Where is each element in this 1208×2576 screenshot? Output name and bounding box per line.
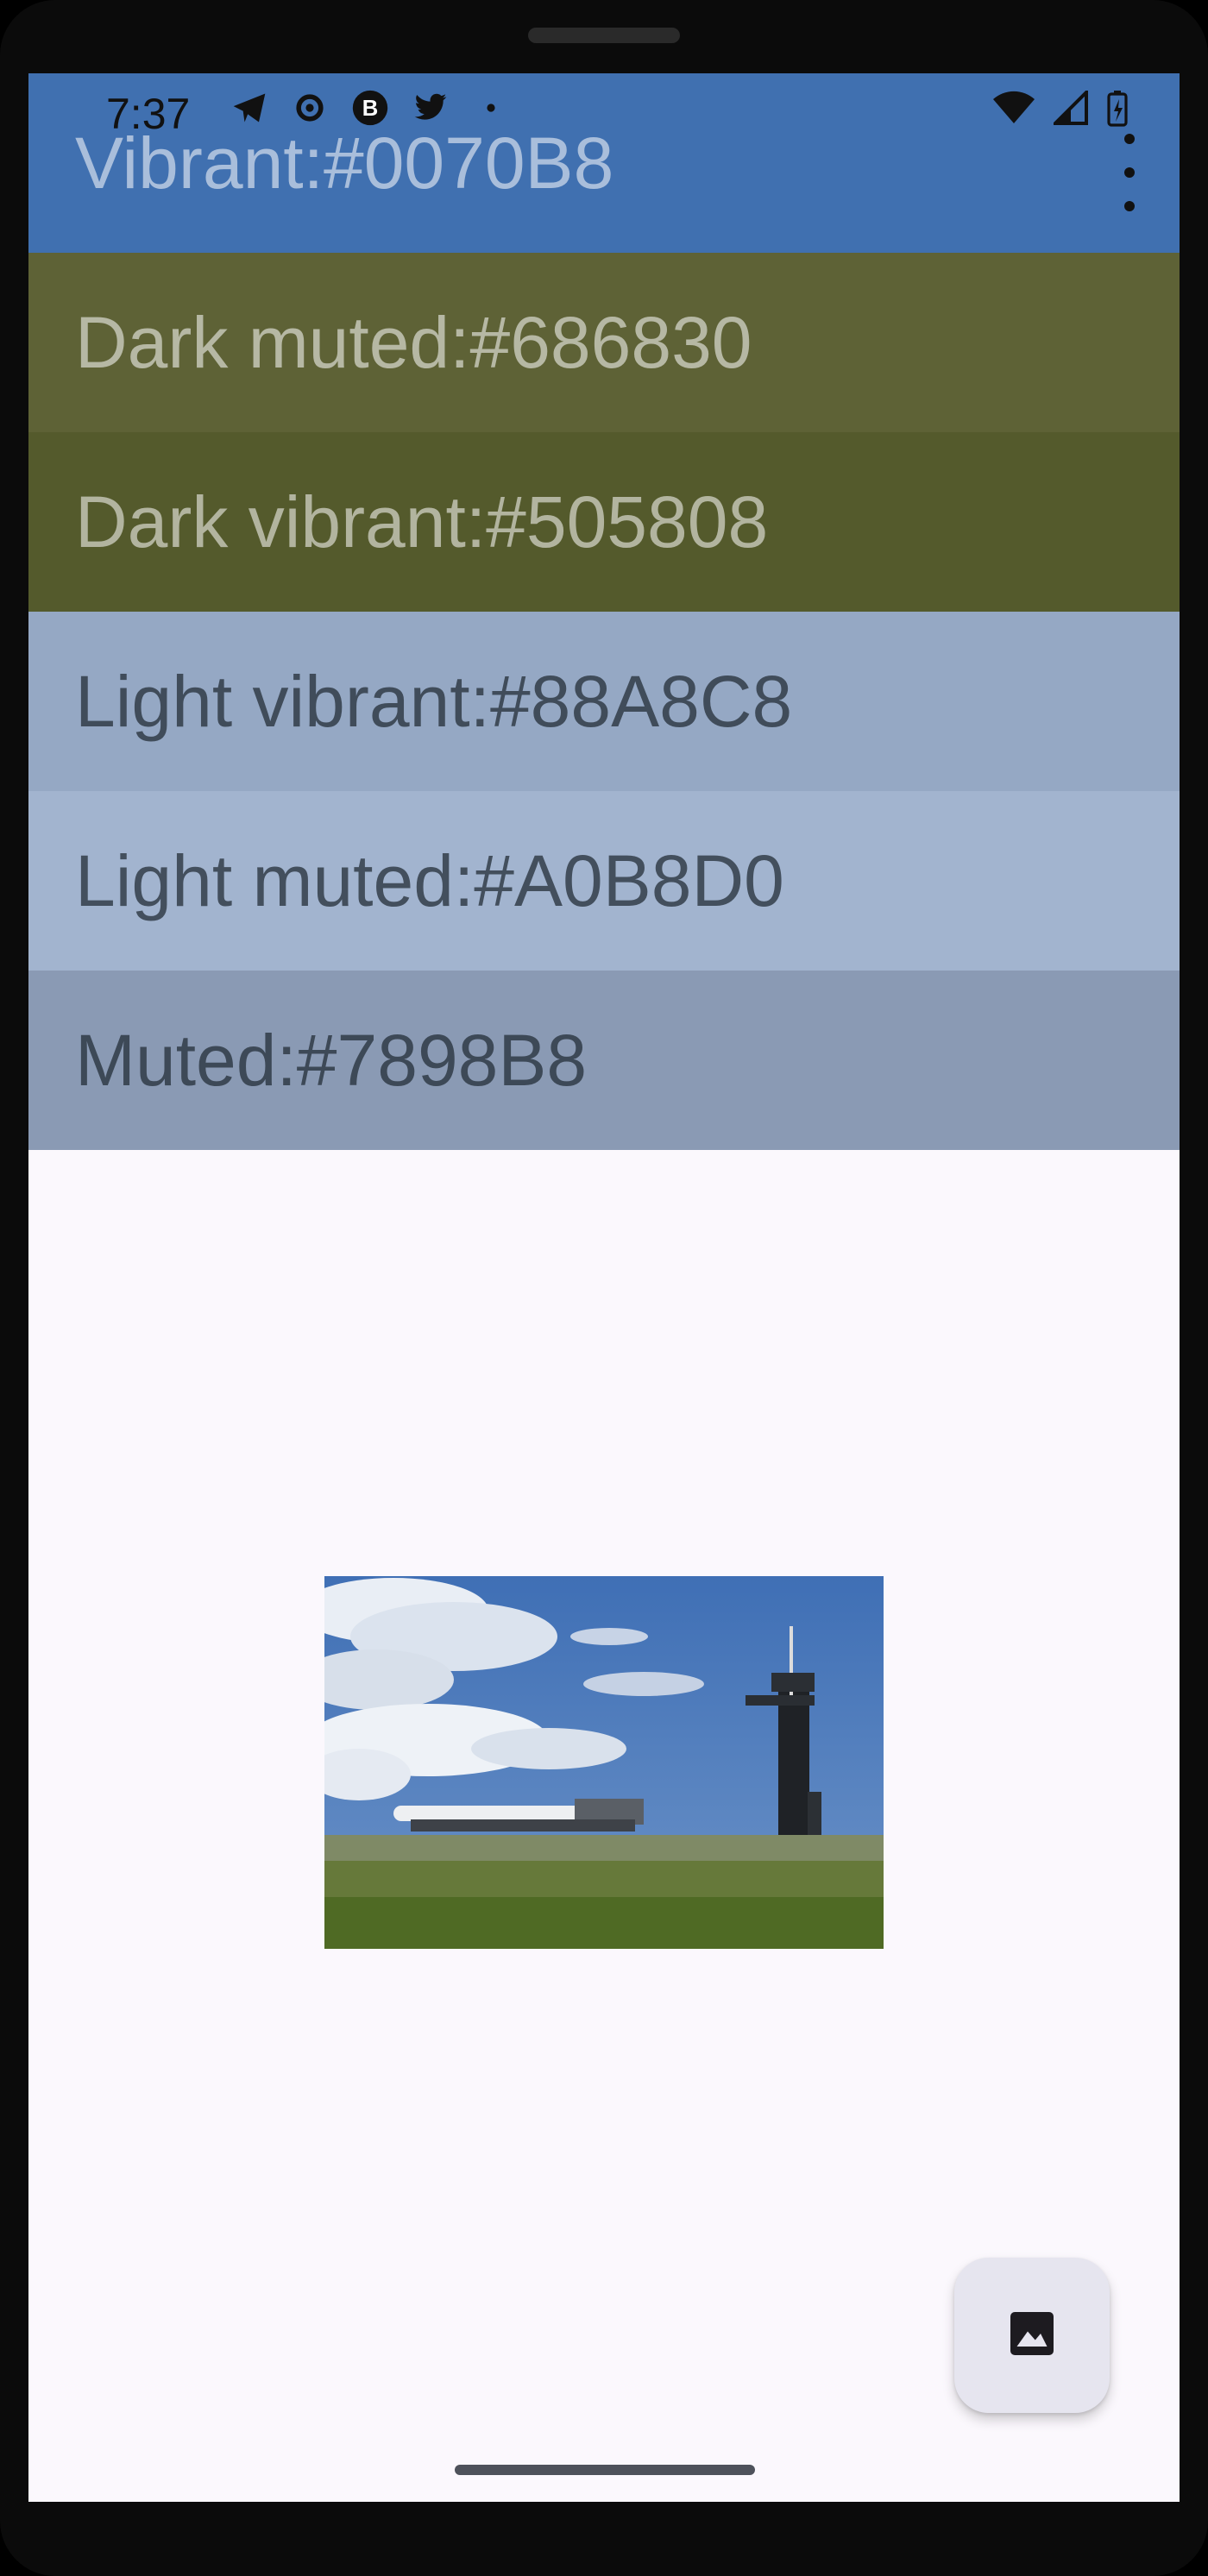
swatch-label-light-muted: Light muted:#A0B8D0 — [75, 839, 784, 921]
swatch-muted: Muted:#7898B8 — [28, 971, 1180, 1150]
gesture-nav-handle[interactable] — [455, 2465, 755, 2475]
swatch-label-light-vibrant: Light vibrant:#88A8C8 — [75, 660, 793, 742]
status-bar: 7:37 B — [28, 73, 1180, 151]
dot-icon — [472, 89, 510, 127]
notification-icons: B — [230, 89, 510, 127]
wifi-icon — [993, 91, 1035, 134]
image-icon — [1006, 2308, 1058, 2364]
more-vert-icon[interactable] — [1114, 134, 1145, 211]
twitter-icon — [412, 89, 450, 127]
swatch-label-muted: Muted:#7898B8 — [75, 1019, 588, 1101]
signal-icon — [1051, 88, 1088, 134]
battery-charging-icon — [1107, 89, 1128, 135]
settings-gear-icon — [291, 89, 329, 127]
launch-pad-photo — [324, 1576, 884, 1949]
swatch-label-dark-muted: Dark muted:#686830 — [75, 301, 752, 383]
device-frame: Vibrant:#0070B8 Dark muted:#686830 Dark … — [0, 0, 1208, 2576]
swatch-dark-muted: Dark muted:#686830 — [28, 253, 1180, 432]
svg-text:B: B — [362, 97, 379, 121]
speaker-grille — [528, 28, 680, 43]
swatch-dark-vibrant: Dark vibrant:#505808 — [28, 432, 1180, 612]
system-icons — [993, 88, 1128, 135]
app-screen: Vibrant:#0070B8 Dark muted:#686830 Dark … — [28, 73, 1180, 2502]
swatch-label-dark-vibrant: Dark vibrant:#505808 — [75, 481, 769, 562]
pick-image-button[interactable] — [954, 2258, 1110, 2413]
swatch-light-muted: Light muted:#A0B8D0 — [28, 791, 1180, 971]
swatch-light-vibrant: Light vibrant:#88A8C8 — [28, 612, 1180, 791]
telegram-icon — [230, 89, 268, 127]
status-time: 7:37 — [106, 90, 191, 138]
b-circle-icon: B — [351, 89, 389, 127]
